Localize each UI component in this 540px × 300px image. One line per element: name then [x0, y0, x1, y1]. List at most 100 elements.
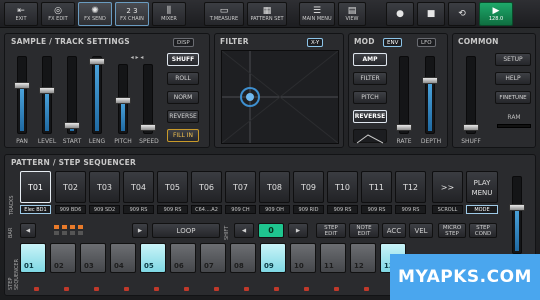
bar-prev-button[interactable]: ◀ — [20, 223, 36, 238]
depth-slider[interactable] — [422, 56, 438, 134]
shift-right-button[interactable]: ▶ — [288, 223, 308, 238]
loop-toggle-button[interactable]: ⟲ — [448, 1, 476, 26]
pan-slider[interactable] — [14, 56, 30, 134]
length-label: LENG — [88, 138, 106, 145]
fx-send-button[interactable]: ✺ FX SEND — [78, 1, 112, 26]
view-button[interactable]: ▤ VIEW — [338, 1, 366, 26]
track-button-t03[interactable]: T03 — [89, 171, 120, 203]
help-button[interactable]: HELP — [495, 72, 531, 85]
disp-toggle[interactable]: DISP — [173, 38, 194, 47]
top-toolbar: ⇤ EXIT ◎ FX EDIT ✺ FX SEND 2 3 FX CHAIN … — [0, 0, 540, 28]
step-button-02[interactable]: 02 — [50, 243, 76, 273]
setup-button[interactable]: SETUP — [495, 53, 531, 66]
next-tracks-button[interactable]: >> — [432, 171, 463, 203]
chevron-right-icon: ▶ — [295, 227, 301, 234]
step-button-03[interactable]: 03 — [80, 243, 106, 273]
step-button-08[interactable]: 08 — [230, 243, 256, 273]
step-button-11[interactable]: 11 — [320, 243, 346, 273]
roll-button[interactable]: ROLL — [167, 72, 199, 85]
shuffle-button[interactable]: SHUFF — [167, 53, 199, 66]
pattern-set-icon: ▦ — [262, 5, 272, 16]
track-sample-label: 909 RS — [123, 205, 154, 214]
mod-reverse-button[interactable]: REVERSE — [353, 110, 387, 123]
exit-button[interactable]: ⇤ EXIT — [4, 1, 38, 26]
micro-step-button[interactable]: MICRO STEP — [438, 223, 466, 238]
lfo-toggle[interactable]: LFO — [417, 38, 436, 47]
record-button[interactable]: ● — [386, 1, 414, 26]
step-button-12[interactable]: 12 — [350, 243, 376, 273]
step-button-09[interactable]: 09 — [260, 243, 286, 273]
filter-panel: FILTER X-Y — [214, 33, 344, 148]
finetune-button[interactable]: FINETUNE — [495, 91, 531, 104]
step-led — [244, 287, 249, 291]
pitch-arrows[interactable]: ◂ ▸ ◂ — [117, 54, 157, 61]
velocity-button[interactable]: VEL — [409, 223, 433, 238]
play-button[interactable]: ▶ 128.0 — [479, 1, 513, 26]
main-menu-icon: ☰ — [312, 5, 322, 16]
depth-label: DEPTH — [420, 138, 442, 145]
play-menu-button[interactable]: PLAY MENU — [466, 171, 498, 203]
track-button-t09[interactable]: T09 — [293, 171, 324, 203]
shuffle-amount-slider[interactable] — [463, 56, 479, 134]
fx-send-icon: ✺ — [91, 5, 99, 16]
amp-button[interactable]: AMP — [353, 53, 387, 66]
bar-next-button[interactable]: ▶ — [132, 223, 148, 238]
env-toggle[interactable]: ENV — [383, 38, 403, 47]
track-button-t10[interactable]: T10 — [327, 171, 358, 203]
step-button-05[interactable]: 05 — [140, 243, 166, 273]
step-led — [214, 287, 219, 291]
level-slider[interactable] — [39, 56, 55, 134]
rate-label: RATE — [396, 138, 412, 145]
step-edit-button[interactable]: STEP EDIT — [316, 223, 346, 238]
step-button-07[interactable]: 07 — [200, 243, 226, 273]
step-button-10[interactable]: 10 — [290, 243, 316, 273]
track-button-t04[interactable]: T04 — [123, 171, 154, 203]
mod-pitch-button[interactable]: PITCH — [353, 91, 387, 104]
chevron-left-icon: ◀ — [25, 227, 31, 234]
fx-edit-button[interactable]: ◎ FX EDIT — [41, 1, 75, 26]
fill-in-button[interactable]: FILL IN — [167, 129, 199, 142]
track-button-t07[interactable]: T07 — [225, 171, 256, 203]
track-button-t06[interactable]: T06 — [191, 171, 222, 203]
track-button-t02[interactable]: T02 — [55, 171, 86, 203]
norm-button[interactable]: NORM — [167, 91, 199, 104]
step-button-04[interactable]: 04 — [110, 243, 136, 273]
track-button-t11[interactable]: T11 — [361, 171, 392, 203]
time-measure-button[interactable]: ▭ T.MEASURE — [204, 1, 244, 26]
speed-slider[interactable] — [140, 64, 156, 134]
step-led — [334, 287, 339, 291]
main-menu-button[interactable]: ☰ MAIN MENU — [299, 1, 335, 26]
track-button-t01[interactable]: T01 — [20, 171, 51, 203]
start-slider[interactable] — [64, 56, 80, 134]
pattern-set-button[interactable]: ▦ PATTERN SET — [247, 1, 287, 26]
pitch-slider[interactable] — [115, 64, 131, 134]
pattern-panel-title: PATTERN / STEP SEQUENCER — [11, 158, 136, 167]
play-icon: ▶ — [492, 5, 500, 16]
step-button-06[interactable]: 06 — [170, 243, 196, 273]
length-slider[interactable] — [89, 56, 105, 134]
loop-button[interactable]: LOOP — [152, 223, 220, 238]
step-led — [274, 287, 279, 291]
mixer-button[interactable]: ⫼ MIXER — [152, 1, 186, 26]
track-sample-label: 909 RID — [293, 205, 324, 214]
note-edit-button[interactable]: NOTE EDIT — [349, 223, 379, 238]
step-button-01[interactable]: 01 — [20, 243, 46, 273]
track-button-t05[interactable]: T05 — [157, 171, 188, 203]
fx-chain-button[interactable]: 2 3 FX CHAIN — [115, 1, 149, 26]
track-volume-slider[interactable] — [509, 176, 525, 254]
step-cond-button[interactable]: STEP COND — [469, 223, 497, 238]
stop-button[interactable]: ■ — [417, 1, 445, 26]
track-button-t12[interactable]: T12 — [395, 171, 426, 203]
accent-button[interactable]: ACC — [382, 223, 406, 238]
scroll-label[interactable]: SCROLL — [432, 205, 463, 214]
rate-slider[interactable] — [396, 56, 412, 134]
xy-toggle[interactable]: X-Y — [307, 38, 324, 47]
track-sample-label: 909 CH — [225, 205, 256, 214]
reverse-button[interactable]: REVERSE — [167, 110, 199, 123]
shift-left-button[interactable]: ◀ — [234, 223, 254, 238]
track-button-t08[interactable]: T08 — [259, 171, 290, 203]
mod-filter-button[interactable]: FILTER — [353, 72, 387, 85]
tracks-side-label: TRACKS — [9, 195, 15, 215]
filter-xy-pad[interactable] — [221, 50, 339, 144]
mode-label[interactable]: MODE — [466, 205, 498, 214]
